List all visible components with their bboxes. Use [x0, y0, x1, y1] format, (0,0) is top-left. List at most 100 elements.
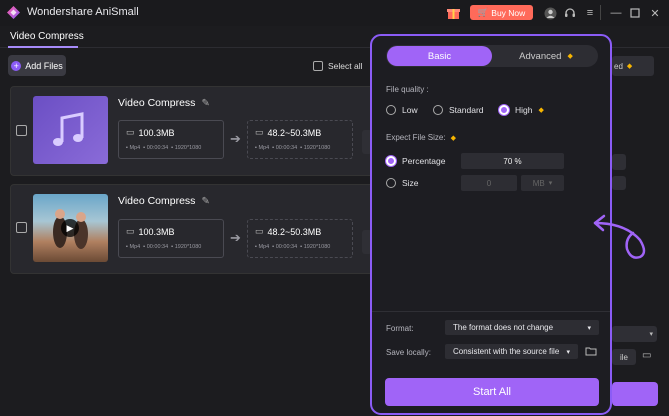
radio-size[interactable]: [386, 178, 396, 188]
tab-video-compress[interactable]: Video Compress: [10, 31, 84, 42]
select-all-checkbox[interactable]: [313, 61, 323, 71]
background-format-select[interactable]: ▾: [612, 326, 657, 342]
quality-option-low[interactable]: Low: [386, 105, 418, 115]
percentage-input[interactable]: 70 %: [461, 153, 564, 169]
premium-selected-button[interactable]: ed ◆: [612, 56, 654, 76]
folder-icon[interactable]: ▭: [642, 350, 651, 361]
tab-basic[interactable]: Basic: [387, 46, 492, 66]
folder-icon[interactable]: [585, 346, 597, 359]
menu-icon[interactable]: ≡: [582, 5, 598, 21]
add-files-label: Add Files: [25, 60, 63, 71]
target-duration: 00:00:34: [275, 145, 298, 151]
save-locally-label: Save locally:: [386, 348, 431, 357]
avatar-icon[interactable]: [542, 5, 558, 21]
size-unit-select[interactable]: MB ▾: [521, 175, 564, 191]
size-option-size[interactable]: Size: [386, 178, 419, 188]
radio-high[interactable]: [499, 105, 509, 115]
expect-size-label: Expect File Size:: [386, 133, 446, 142]
original-size: 100.3MB: [138, 226, 175, 237]
target-info-box: ▭ 48.2~50.3MB ▪ Mp4 ▪ 00:00:34 ▪ 1920*108…: [247, 120, 353, 159]
chevron-down-icon: ▾: [548, 180, 553, 187]
percentage-label: Percentage: [402, 156, 446, 166]
gift-icon[interactable]: [446, 5, 461, 20]
buy-now-button[interactable]: 🛒 Buy Now: [470, 5, 533, 20]
file-quality-label: File quality :: [386, 85, 429, 94]
premium-diamond-icon: ◆: [450, 134, 456, 142]
cart-icon: 🛒: [477, 7, 489, 17]
original-info-box: ▭ 100.3MB ▪ Mp4 ▪ 00:00:34 ▪ 1920*1080: [118, 219, 224, 258]
original-resolution: 1920*1080: [174, 244, 202, 250]
video-item-2-checkbox[interactable]: [16, 222, 27, 233]
video-name-text: Video Compress: [118, 97, 196, 109]
premium-diamond-icon: ◆: [626, 63, 633, 70]
quality-option-high[interactable]: High ◆: [499, 105, 544, 115]
expect-file-size: Expect File Size: ◆: [386, 133, 456, 142]
minimize-icon[interactable]: —: [608, 5, 624, 21]
radio-low[interactable]: [386, 105, 396, 115]
close-icon[interactable]: ✕: [647, 5, 663, 21]
video-name-text: Video Compress: [118, 195, 196, 207]
target-info-box: ▭ 48.2~50.3MB ▪ Mp4 ▪ 00:00:34 ▪ 1920*108…: [247, 219, 353, 258]
edit-icon[interactable]: ✎: [201, 98, 209, 109]
select-all[interactable]: Select all: [313, 61, 363, 71]
folder-icon: ▭: [126, 127, 135, 137]
arrow-right-icon: ➔: [230, 230, 241, 245]
size-label: Size: [402, 178, 419, 188]
save-location-select[interactable]: Consistent with the source file ▾: [445, 344, 578, 359]
radio-standard[interactable]: [433, 105, 443, 115]
size-input[interactable]: 0: [461, 175, 517, 191]
radio-percentage[interactable]: [386, 156, 396, 166]
folder-icon: ▭: [255, 127, 264, 137]
size-option-percentage[interactable]: Percentage: [386, 156, 445, 166]
background-start-all-button[interactable]: [612, 382, 658, 406]
format-value: The format does not change: [453, 323, 554, 332]
premium-selected-label: ed: [614, 61, 623, 71]
premium-diamond-icon: ◆: [567, 53, 573, 60]
audio-thumbnail: [33, 96, 108, 164]
quality-standard-label: Standard: [449, 105, 484, 115]
folder-icon: ▭: [126, 226, 135, 236]
save-location-value: Consistent with the source file: [453, 347, 560, 356]
music-note-icon: [53, 112, 84, 146]
app-logo-icon: [7, 6, 20, 19]
support-headset-icon[interactable]: [562, 5, 578, 21]
video-item-1-name: Video Compress ✎: [118, 97, 210, 109]
target-resolution: 1920*1080: [303, 244, 331, 250]
target-resolution: 1920*1080: [303, 145, 331, 151]
quality-option-standard[interactable]: Standard: [433, 105, 484, 115]
select-all-label: Select all: [328, 61, 363, 71]
tab-advanced[interactable]: Advanced ◆: [495, 46, 597, 66]
target-format: Mp4: [258, 244, 270, 250]
format-icon: ▪: [126, 145, 128, 151]
original-duration: 00:00:34: [146, 145, 169, 151]
background-setting-1: [612, 154, 626, 170]
chevron-down-icon: ▾: [566, 348, 570, 356]
active-tab-indicator: [8, 46, 78, 48]
curved-arrow-icon: [593, 214, 646, 259]
format-select[interactable]: The format does not change ▾: [445, 320, 599, 335]
target-size: 48.2~50.3MB: [267, 127, 322, 138]
play-icon[interactable]: ▶: [61, 219, 79, 237]
app-title: Wondershare AniSmall: [27, 6, 139, 18]
target-format: Mp4: [258, 145, 270, 151]
original-size: 100.3MB: [138, 127, 175, 138]
add-files-button[interactable]: + Add Files: [8, 55, 66, 76]
size-unit-value: MB: [532, 178, 545, 188]
edit-icon[interactable]: ✎: [201, 196, 209, 207]
background-save-select[interactable]: ile: [612, 349, 636, 365]
plus-icon: +: [11, 60, 22, 71]
original-format: Mp4: [129, 145, 141, 151]
video-item-1-checkbox[interactable]: [16, 125, 27, 136]
quality-low-label: Low: [402, 105, 418, 115]
original-duration: 00:00:34: [146, 244, 169, 250]
tab-advanced-label: Advanced: [519, 50, 562, 62]
arrow-right-icon: ➔: [230, 131, 241, 146]
start-all-button[interactable]: Start All: [385, 378, 599, 406]
maximize-icon[interactable]: [627, 5, 643, 21]
original-resolution: 1920*1080: [174, 145, 202, 151]
premium-diamond-icon: ◆: [538, 107, 544, 114]
title-divider: [600, 5, 601, 20]
background-setting-2: [612, 176, 626, 190]
quality-high-label: High: [515, 105, 533, 115]
chevron-down-icon: ▾: [587, 324, 591, 332]
